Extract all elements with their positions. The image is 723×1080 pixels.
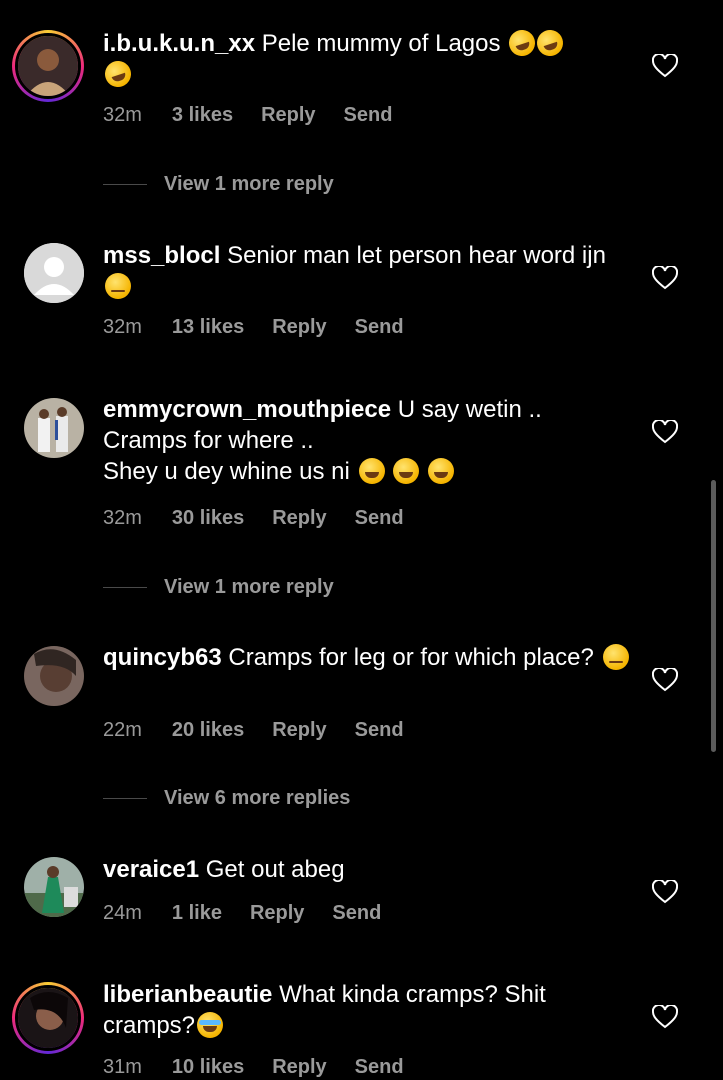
scrollbar[interactable] [711, 480, 716, 752]
like-heart-icon[interactable] [652, 54, 678, 78]
send-button[interactable]: Send [355, 1056, 404, 1078]
comment-time: 31m [103, 1056, 142, 1078]
divider [103, 184, 147, 185]
send-button[interactable]: Send [355, 507, 404, 529]
comment-text: mss_blocl Senior man let person hear wor… [103, 240, 633, 302]
likes-count[interactable]: 30 likes [172, 507, 244, 529]
avatar[interactable] [24, 398, 84, 458]
tears-of-joy-icon [358, 458, 385, 484]
reply-button[interactable]: Reply [272, 1056, 326, 1078]
raised-eyebrow-icon [602, 644, 629, 670]
comment-meta: 32m 3 likes Reply Send [103, 104, 420, 127]
view-more-replies[interactable]: View 1 more reply [103, 173, 334, 196]
comment-text: liberianbeautie What kinda cramps? Shit … [103, 979, 633, 1041]
divider [103, 587, 147, 588]
like-heart-icon[interactable] [652, 420, 678, 444]
comment-meta: 22m 20 likes Reply Send [103, 719, 432, 742]
avatar[interactable] [24, 646, 84, 706]
comment-meta: 31m 10 likes Reply Send [103, 1056, 432, 1079]
avatar[interactable] [12, 30, 84, 102]
view-more-replies-label[interactable]: View 6 more replies [164, 787, 350, 810]
send-button[interactable]: Send [355, 316, 404, 338]
like-heart-icon[interactable] [652, 668, 678, 692]
view-more-replies[interactable]: View 1 more reply [103, 576, 334, 599]
view-more-replies-label[interactable]: View 1 more reply [164, 173, 334, 196]
comment-username[interactable]: veraice1 [103, 856, 199, 883]
rolling-laughing-icon [505, 26, 539, 60]
comment-meta: 32m 30 likes Reply Send [103, 507, 432, 530]
comment-text: quincyb63 Cramps for leg or for which pl… [103, 642, 633, 673]
divider [103, 798, 147, 799]
loudly-crying-icon [197, 1012, 224, 1038]
comment-time: 22m [103, 719, 142, 741]
comment-username[interactable]: quincyb63 [103, 644, 222, 671]
reply-button[interactable]: Reply [250, 902, 304, 924]
send-button[interactable]: Send [332, 902, 381, 924]
avatar[interactable] [12, 982, 84, 1054]
likes-count[interactable]: 20 likes [172, 719, 244, 741]
comment-message: Cramps for leg or for which place? [228, 644, 594, 671]
comment-text: veraice1 Get out abeg [103, 854, 633, 885]
comment-time: 32m [103, 507, 142, 529]
view-more-replies[interactable]: View 6 more replies [103, 787, 350, 810]
avatar[interactable] [24, 243, 84, 303]
tears-of-joy-icon [427, 458, 454, 484]
comment-message: Pele mummy of Lagos [261, 30, 501, 57]
comment-username[interactable]: liberianbeautie [103, 981, 272, 1008]
comment-message: Senior man let person hear word ijn [227, 242, 606, 269]
eye-roll-icon [105, 273, 131, 299]
comment-username[interactable]: emmycrown_mouthpiece [103, 396, 391, 423]
view-more-replies-label[interactable]: View 1 more reply [164, 576, 334, 599]
comment-text: emmycrown_mouthpiece U say wetin .. Cram… [103, 394, 633, 487]
comment-username[interactable]: i.b.u.k.u.n_xx [103, 30, 255, 57]
like-heart-icon[interactable] [652, 880, 678, 904]
like-heart-icon[interactable] [652, 266, 678, 290]
reply-button[interactable]: Reply [261, 104, 315, 126]
rolling-laughing-icon [533, 26, 567, 60]
comment-time: 32m [103, 104, 142, 126]
comment-username[interactable]: mss_blocl [103, 242, 220, 269]
comment-time: 32m [103, 316, 142, 338]
comment-message: Get out abeg [205, 856, 345, 883]
comment-text: i.b.u.k.u.n_xx Pele mummy of Lagos [101, 26, 633, 91]
likes-count[interactable]: 1 like [172, 902, 222, 924]
likes-count[interactable]: 3 likes [172, 104, 233, 126]
send-button[interactable]: Send [344, 104, 393, 126]
send-button[interactable]: Send [355, 719, 404, 741]
reply-button[interactable]: Reply [272, 719, 326, 741]
reply-button[interactable]: Reply [272, 316, 326, 338]
like-heart-icon[interactable] [652, 1005, 678, 1029]
likes-count[interactable]: 13 likes [172, 316, 244, 338]
avatar[interactable] [24, 857, 84, 917]
tears-of-joy-icon [393, 458, 420, 484]
likes-count[interactable]: 10 likes [172, 1056, 244, 1078]
reply-button[interactable]: Reply [272, 507, 326, 529]
comment-time: 24m [103, 902, 142, 924]
comment-meta: 24m 1 like Reply Send [103, 902, 409, 925]
comment-meta: 32m 13 likes Reply Send [103, 316, 432, 339]
rolling-laughing-icon [101, 57, 135, 91]
